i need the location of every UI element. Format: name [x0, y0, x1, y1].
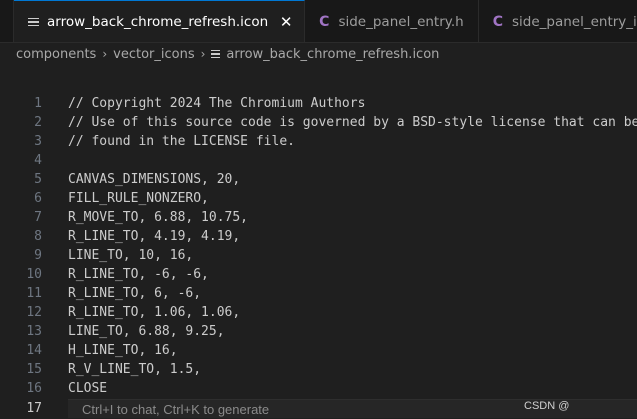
- code-line: 4: [0, 151, 637, 170]
- c-icon: C: [492, 13, 503, 30]
- line-text: R_LINE_TO, 4.19, 4.19,: [68, 229, 241, 244]
- line-number: 15: [26, 362, 42, 377]
- line-number: 12: [26, 305, 42, 320]
- tab-side-panel-entry-id[interactable]: C side_panel_entry_id.h: [479, 0, 637, 42]
- line-text: // Use of this source code is governed b…: [68, 115, 637, 130]
- line-text: H_LINE_TO, 16,: [68, 343, 178, 358]
- line-text: FILL_RULE_NONZERO,: [68, 191, 209, 206]
- code-line: 15 R_V_LINE_TO, 1.5,: [0, 360, 637, 379]
- tab-label: side_panel_entry.h: [338, 13, 464, 30]
- tab-overflow-stub[interactable]: [0, 0, 14, 42]
- line-number: 3: [34, 134, 42, 149]
- lines-icon: [211, 49, 221, 59]
- line-number: 8: [34, 229, 42, 244]
- line-text: R_LINE_TO, -6, -6,: [68, 267, 209, 282]
- code-line: 9 LINE_TO, 10, 16,: [0, 246, 637, 265]
- code-line: 11 R_LINE_TO, 6, -6,: [0, 284, 637, 303]
- line-number: 5: [34, 172, 42, 187]
- line-number: 16: [26, 381, 42, 396]
- code-line: 5 CANVAS_DIMENSIONS, 20,: [0, 170, 637, 189]
- code-line: 6 FILL_RULE_NONZERO,: [0, 189, 637, 208]
- chevron-right-icon: ›: [200, 47, 206, 61]
- tab-arrow-back-chrome-refresh[interactable]: arrow_back_chrome_refresh.icon ✕: [14, 0, 306, 42]
- watermark: CSDN @: [524, 400, 570, 412]
- line-number: 1: [34, 96, 42, 111]
- tab-bar: arrow_back_chrome_refresh.icon ✕ C side_…: [0, 0, 637, 43]
- line-number: 2: [34, 115, 42, 130]
- line-text: R_LINE_TO, 6, -6,: [68, 286, 202, 301]
- breadcrumb-item-vector-icons[interactable]: vector_icons: [113, 47, 194, 62]
- code-line: 16 CLOSE: [0, 379, 637, 398]
- line-text: LINE_TO, 10, 16,: [68, 248, 194, 263]
- breadcrumb-item-file[interactable]: arrow_back_chrome_refresh.icon: [226, 47, 439, 62]
- code-line: 14 H_LINE_TO, 16,: [0, 341, 637, 360]
- tab-label: arrow_back_chrome_refresh.icon: [47, 14, 269, 30]
- code-line: 7 R_MOVE_TO, 6.88, 10.75,: [0, 208, 637, 227]
- code-line: 3 // found in the LICENSE file.: [0, 132, 637, 151]
- line-number: 6: [34, 191, 42, 206]
- code-line: 12 R_LINE_TO, 1.06, 1.06,: [0, 303, 637, 322]
- line-number: 13: [26, 324, 42, 339]
- editor-window: arrow_back_chrome_refresh.icon ✕ C side_…: [0, 0, 637, 419]
- line-number: 9: [34, 248, 42, 263]
- line-number: 17: [26, 401, 42, 416]
- line-text: R_V_LINE_TO, 1.5,: [68, 362, 202, 377]
- line-number: 4: [34, 153, 42, 168]
- line-number: 7: [34, 210, 42, 225]
- c-icon: C: [319, 13, 330, 30]
- line-text: R_LINE_TO, 1.06, 1.06,: [68, 305, 241, 320]
- tab-side-panel-entry[interactable]: C side_panel_entry.h: [305, 0, 479, 42]
- line-number: 14: [26, 343, 42, 358]
- line-text: R_MOVE_TO, 6.88, 10.75,: [68, 210, 249, 225]
- breadcrumb-item-components[interactable]: components: [16, 47, 96, 62]
- tab-label: side_panel_entry_id.h: [511, 13, 637, 30]
- code-line: 1 // Copyright 2024 The Chromium Authors: [0, 94, 637, 113]
- line-number: 11: [26, 286, 42, 301]
- chevron-right-icon: ›: [102, 47, 108, 61]
- lines-icon: [28, 17, 39, 27]
- code-editor[interactable]: 1 // Copyright 2024 The Chromium Authors…: [0, 94, 637, 419]
- code-line: 8 R_LINE_TO, 4.19, 4.19,: [0, 227, 637, 246]
- line-text: CANVAS_DIMENSIONS, 20,: [68, 172, 241, 187]
- code-line: 13 LINE_TO, 6.88, 9.25,: [0, 322, 637, 341]
- code-line: 2 // Use of this source code is governed…: [0, 113, 637, 132]
- line-text: LINE_TO, 6.88, 9.25,: [68, 324, 225, 339]
- code-line: 10 R_LINE_TO, -6, -6,: [0, 265, 637, 284]
- line-text: // found in the LICENSE file.: [68, 134, 295, 149]
- close-icon[interactable]: ✕: [278, 13, 294, 31]
- breadcrumb: components › vector_icons › arrow_back_c…: [0, 43, 637, 65]
- line-number: 10: [26, 267, 42, 282]
- line-text: // Copyright 2024 The Chromium Authors: [68, 96, 366, 111]
- line-text: CLOSE: [68, 381, 108, 396]
